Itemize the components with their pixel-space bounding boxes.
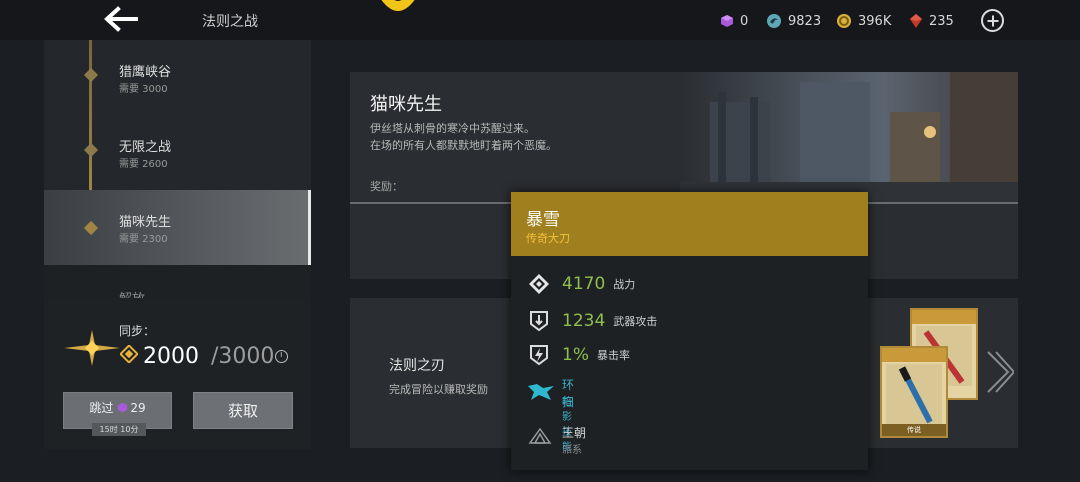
guild-logo-icon [381, 0, 415, 11]
stat-label: 武器攻击 [613, 315, 658, 328]
stat-value: 4170 [562, 274, 606, 294]
glowing-star-icon [64, 330, 120, 366]
faction-name: 王朝 [562, 426, 587, 440]
quest-art [680, 72, 1018, 203]
card-banner [912, 310, 976, 324]
chevron-decor-icon [987, 351, 1014, 393]
reward-label: 奖励： [370, 180, 403, 193]
stat-row: 4170 战力 [527, 271, 635, 297]
card-art [886, 364, 942, 424]
sync-max: /3000 [211, 344, 275, 369]
ruins-illustration [680, 72, 1018, 203]
sync-panel: 同步： 2000 /3000 跳过 29 15时 10分 获取 [44, 298, 311, 449]
chapter-name: 猫咪先生 [119, 215, 172, 230]
quest-description: 伊丝塔从刺骨的寒冷中苏醒过来。 在场的所有人都默默地盯着两个恶魔。 [370, 120, 690, 154]
top-bar: 法则之战 0 9823 396K 235 [0, 0, 1080, 40]
ruby-count: 235 [929, 13, 954, 29]
purple-gem-icon [721, 15, 733, 27]
chapter-node-icon [83, 67, 99, 83]
info-icon[interactable] [275, 350, 288, 363]
weapon-name: 暴雪 [526, 210, 560, 230]
chapter-requirement: 需要 2300 [119, 234, 168, 245]
card-rarity-tag: 传说 [882, 424, 946, 436]
quest-title: 猫咪先生 [370, 94, 442, 115]
sync-label: 同步： [119, 324, 156, 338]
spirit-orb-icon [767, 14, 781, 28]
chapter-sidebar: 猎鹰峡谷 需要 3000 无限之战 需要 2600 猫咪先生 需要 2300 解… [44, 40, 311, 449]
orb-counter: 9823 [766, 12, 821, 30]
tooltip-header: 暴雪 传奇大刀 [511, 192, 868, 256]
stat-row: 1234 武器攻击 [527, 308, 657, 334]
page-title: 法则之战 [202, 14, 258, 30]
crit-rate-icon [527, 343, 551, 367]
chapter-requirement: 需要 2600 [119, 159, 168, 170]
skip-label: 跳过 [89, 401, 114, 415]
add-currency-button[interactable] [981, 9, 1004, 32]
chapter-name: 解放 [119, 288, 145, 298]
weapon-tooltip: 暴雪 传奇大刀 4170 战力 1234 武器攻击 1% 暴击率 环扫 暗影技能… [511, 192, 868, 470]
power-icon [527, 272, 551, 296]
stat-label: 战力 [613, 278, 636, 291]
stat-value: 1234 [562, 311, 606, 331]
card-banner [882, 348, 946, 362]
back-arrow-icon [104, 6, 138, 32]
katana-icon [898, 366, 933, 424]
dynasty-icon [528, 427, 552, 444]
mission-description: 完成冒险以赚取奖励 [389, 383, 488, 396]
stat-value: 1% [562, 345, 589, 365]
chapter-item-active[interactable]: 猫咪先生 需要 2300 [44, 190, 311, 265]
skip-timer: 15时 10分 [92, 423, 146, 436]
gem-counter: 0 [720, 12, 748, 30]
stat-label: 暴击率 [596, 349, 630, 362]
ruby-icon [910, 14, 922, 28]
stat-row: 1% 暴击率 [527, 342, 630, 368]
gem-count: 0 [740, 13, 749, 29]
sync-point-icon [120, 345, 138, 363]
reward-card[interactable]: 传说 [880, 346, 948, 438]
skip-cost: 29 [130, 400, 146, 415]
weapon-rarity: 传奇大刀 [526, 232, 570, 245]
faction-type: 派系 [562, 445, 582, 456]
coin-count: 396K [858, 13, 892, 29]
coin-counter: 396K [836, 12, 891, 30]
chapter-item[interactable]: 猎鹰峡谷 需要 3000 [44, 40, 311, 115]
weapon-attack-icon [527, 309, 551, 333]
gold-coin-icon [837, 14, 851, 28]
chapter-item[interactable]: 无限之战 需要 2600 [44, 115, 311, 190]
get-button[interactable]: 获取 [193, 392, 293, 429]
quest-description-line: 在场的所有人都默默地盯着两个恶魔。 [370, 139, 557, 152]
sync-value: 2000 /3000 [120, 344, 274, 369]
ruby-counter: 235 [909, 12, 954, 30]
chapter-node-icon [83, 142, 99, 158]
chapter-item[interactable]: 解放 [44, 265, 311, 298]
chapter-name: 无限之战 [119, 140, 172, 155]
shadow-skill-icon [528, 384, 554, 400]
back-button[interactable] [100, 4, 140, 34]
quest-description-line: 伊丝塔从刺骨的寒冷中苏醒过来。 [370, 122, 535, 135]
orb-count: 9823 [788, 13, 822, 29]
chapter-requirement: 需要 3000 [119, 84, 168, 95]
chapter-list[interactable]: 猎鹰峡谷 需要 3000 无限之战 需要 2600 猫咪先生 需要 2300 解… [44, 40, 311, 298]
purple-gem-icon [118, 402, 128, 413]
chapter-node-icon [83, 220, 99, 236]
mission-title: 法则之刃 [389, 358, 445, 374]
sync-current: 2000 [143, 344, 199, 369]
chapter-name: 猎鹰峡谷 [119, 65, 172, 80]
